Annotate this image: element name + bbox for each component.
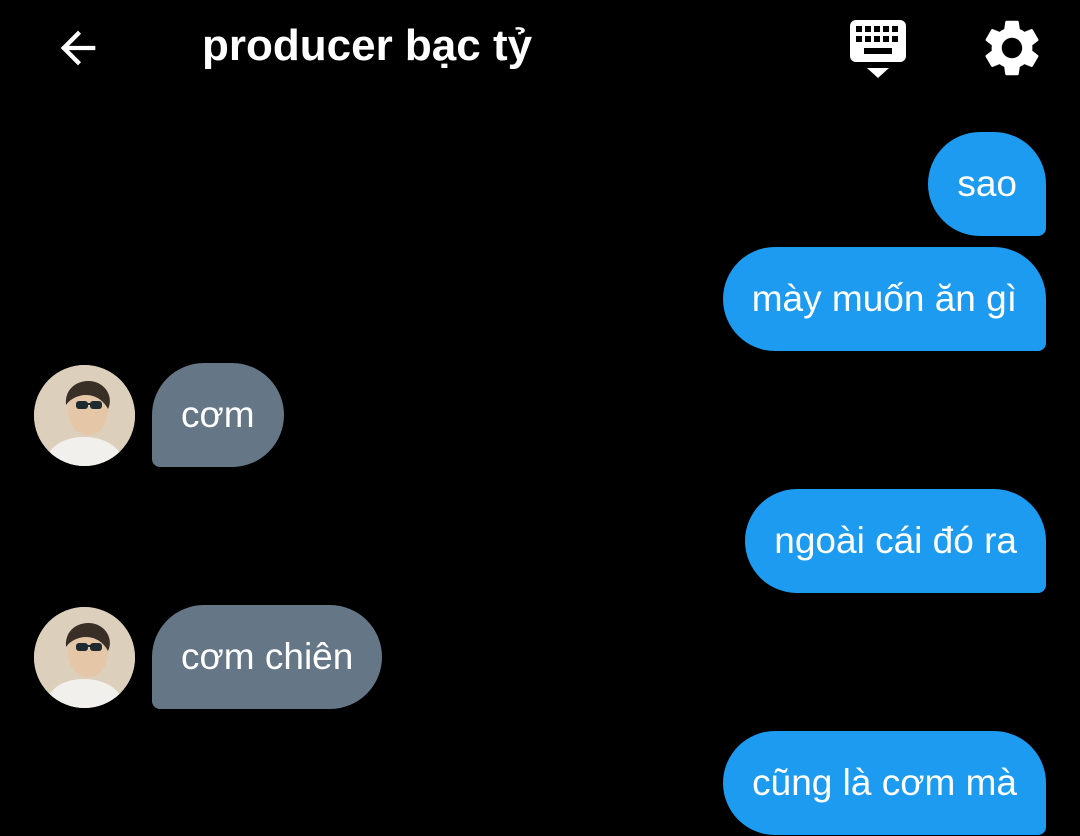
arrow-left-icon	[60, 30, 96, 66]
chat-header: producer bạc tỷ	[0, 0, 1080, 100]
message-text: mày muốn ăn gì	[751, 278, 1017, 319]
message-text: ngoài cái đó ra	[774, 520, 1017, 561]
settings-button[interactable]	[978, 14, 1046, 82]
chat-title: producer bạc tỷ	[202, 21, 533, 70]
gear-icon	[985, 20, 1039, 76]
message-bubble-sent[interactable]: ngoài cái đó ra	[745, 489, 1046, 593]
message-bubble-sent[interactable]: mày muốn ăn gì	[722, 247, 1046, 351]
message-bubble-received[interactable]: cơm	[152, 363, 284, 467]
keyboard-button[interactable]	[842, 14, 914, 84]
contact-avatar[interactable]	[34, 607, 135, 708]
message-bubble-sent[interactable]: sao	[928, 132, 1046, 236]
message-text: cũng là cơm mà	[752, 762, 1017, 803]
message-text: cơm	[181, 394, 255, 435]
message-bubble-sent[interactable]: cũng là cơm mà	[723, 731, 1046, 835]
message-text: sao	[957, 163, 1017, 204]
keyboard-icon	[850, 20, 906, 78]
contact-avatar[interactable]	[34, 365, 135, 466]
message-text: cơm chiên	[181, 636, 354, 677]
message-bubble-received[interactable]: cơm chiên	[152, 605, 383, 709]
back-button[interactable]	[48, 18, 108, 78]
